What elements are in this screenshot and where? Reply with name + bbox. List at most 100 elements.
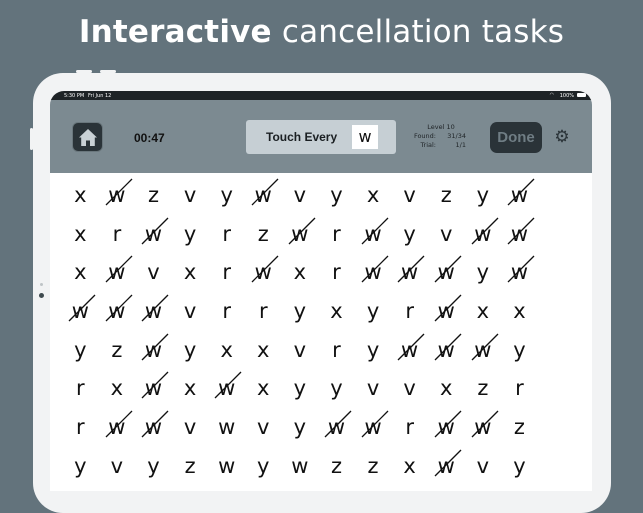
letter-cell[interactable]: v xyxy=(391,370,428,409)
letter-cell[interactable]: r xyxy=(318,332,355,371)
letter-cell[interactable]: w xyxy=(99,254,136,293)
letter-cell[interactable]: y xyxy=(391,216,428,255)
letter-cell[interactable]: v xyxy=(355,370,392,409)
letter-cell[interactable]: x xyxy=(282,254,319,293)
letter-cell[interactable]: x xyxy=(391,448,428,487)
letter-cell[interactable]: x xyxy=(245,370,282,409)
letter-cell[interactable]: v xyxy=(428,216,465,255)
letter-cell[interactable]: z xyxy=(355,448,392,487)
letter-cell[interactable]: y xyxy=(355,332,392,371)
letter-cell[interactable]: w xyxy=(208,370,245,409)
letter-cell[interactable]: w xyxy=(465,216,502,255)
letter-cell[interactable]: w xyxy=(428,293,465,332)
letter-cell[interactable]: y xyxy=(208,177,245,216)
letter-cell[interactable]: w xyxy=(62,293,99,332)
letter-cell[interactable]: r xyxy=(318,216,355,255)
letter-cell[interactable]: x xyxy=(208,332,245,371)
letter-cell[interactable]: w xyxy=(245,177,282,216)
letter-cell[interactable]: r xyxy=(318,254,355,293)
letter-cell[interactable]: x xyxy=(172,254,209,293)
letter-cell[interactable]: z xyxy=(318,448,355,487)
letter-cell[interactable]: w xyxy=(282,448,319,487)
letter-cell[interactable]: w xyxy=(245,254,282,293)
letter-cell[interactable]: y xyxy=(501,332,538,371)
letter-cell[interactable]: v xyxy=(135,254,172,293)
letter-cell[interactable]: r xyxy=(208,254,245,293)
letter-cell[interactable]: z xyxy=(245,216,282,255)
letter-cell[interactable]: z xyxy=(172,448,209,487)
settings-button[interactable]: ⚙ xyxy=(553,128,571,146)
letter-cell[interactable]: w xyxy=(428,332,465,371)
letter-cell[interactable]: r xyxy=(62,370,99,409)
letter-cell[interactable]: w xyxy=(355,216,392,255)
letter-cell[interactable]: w xyxy=(391,332,428,371)
letter-cell[interactable]: z xyxy=(465,370,502,409)
letter-cell[interactable]: x xyxy=(62,254,99,293)
letter-cell[interactable]: w xyxy=(428,409,465,448)
done-button[interactable]: Done xyxy=(490,122,542,153)
letter-cell[interactable]: w xyxy=(355,409,392,448)
letter-cell[interactable]: w xyxy=(99,293,136,332)
letter-cell[interactable]: w xyxy=(501,216,538,255)
letter-cell[interactable]: w xyxy=(208,409,245,448)
letter-cell[interactable]: z xyxy=(135,177,172,216)
letter-cell[interactable]: r xyxy=(245,293,282,332)
letter-cell[interactable]: r xyxy=(62,409,99,448)
letter-cell[interactable]: w xyxy=(135,216,172,255)
letter-cell[interactable]: v xyxy=(245,409,282,448)
letter-cell[interactable]: x xyxy=(501,293,538,332)
letter-cell[interactable]: y xyxy=(465,254,502,293)
letter-cell[interactable]: y xyxy=(62,332,99,371)
letter-cell[interactable]: w xyxy=(135,332,172,371)
letter-cell[interactable]: w xyxy=(208,448,245,487)
letter-cell[interactable]: y xyxy=(318,370,355,409)
letter-cell[interactable]: v xyxy=(282,177,319,216)
letter-cell[interactable]: w xyxy=(501,254,538,293)
letter-cell[interactable]: y xyxy=(172,332,209,371)
home-button[interactable] xyxy=(72,122,103,152)
letter-cell[interactable]: x xyxy=(62,177,99,216)
letter-cell[interactable]: w xyxy=(99,409,136,448)
letter-cell[interactable]: w xyxy=(465,409,502,448)
letter-cell[interactable]: w xyxy=(99,177,136,216)
letter-cell[interactable]: z xyxy=(501,409,538,448)
letter-cell[interactable]: y xyxy=(465,177,502,216)
letter-cell[interactable]: w xyxy=(282,216,319,255)
letter-cell[interactable]: v xyxy=(99,448,136,487)
letter-cell[interactable]: y xyxy=(282,370,319,409)
letter-cell[interactable]: w xyxy=(135,293,172,332)
letter-cell[interactable]: w xyxy=(428,448,465,487)
letter-cell[interactable]: r xyxy=(99,216,136,255)
letter-cell[interactable]: w xyxy=(391,254,428,293)
letter-cell[interactable]: x xyxy=(465,293,502,332)
letter-cell[interactable]: r xyxy=(208,216,245,255)
letter-cell[interactable]: x xyxy=(245,332,282,371)
letter-cell[interactable]: v xyxy=(172,177,209,216)
letter-cell[interactable]: y xyxy=(172,216,209,255)
letter-cell[interactable]: y xyxy=(318,177,355,216)
letter-cell[interactable]: r xyxy=(208,293,245,332)
letter-cell[interactable]: w xyxy=(135,370,172,409)
letter-cell[interactable]: r xyxy=(391,409,428,448)
letter-cell[interactable]: y xyxy=(245,448,282,487)
letter-cell[interactable]: y xyxy=(62,448,99,487)
letter-cell[interactable]: w xyxy=(501,177,538,216)
letter-cell[interactable]: v xyxy=(172,409,209,448)
letter-cell[interactable]: y xyxy=(355,293,392,332)
letter-cell[interactable]: x xyxy=(62,216,99,255)
letter-cell[interactable]: w xyxy=(135,409,172,448)
letter-cell[interactable]: v xyxy=(391,177,428,216)
letter-cell[interactable]: z xyxy=(428,177,465,216)
letter-cell[interactable]: r xyxy=(501,370,538,409)
letter-cell[interactable]: w xyxy=(318,409,355,448)
letter-cell[interactable]: v xyxy=(172,293,209,332)
letter-cell[interactable]: x xyxy=(318,293,355,332)
letter-cell[interactable]: y xyxy=(501,448,538,487)
letter-cell[interactable]: v xyxy=(465,448,502,487)
letter-cell[interactable]: y xyxy=(282,293,319,332)
letter-cell[interactable]: v xyxy=(282,332,319,371)
letter-cell[interactable]: r xyxy=(391,293,428,332)
letter-cell[interactable]: w xyxy=(428,254,465,293)
letter-cell[interactable]: w xyxy=(355,254,392,293)
letter-cell[interactable]: x xyxy=(355,177,392,216)
